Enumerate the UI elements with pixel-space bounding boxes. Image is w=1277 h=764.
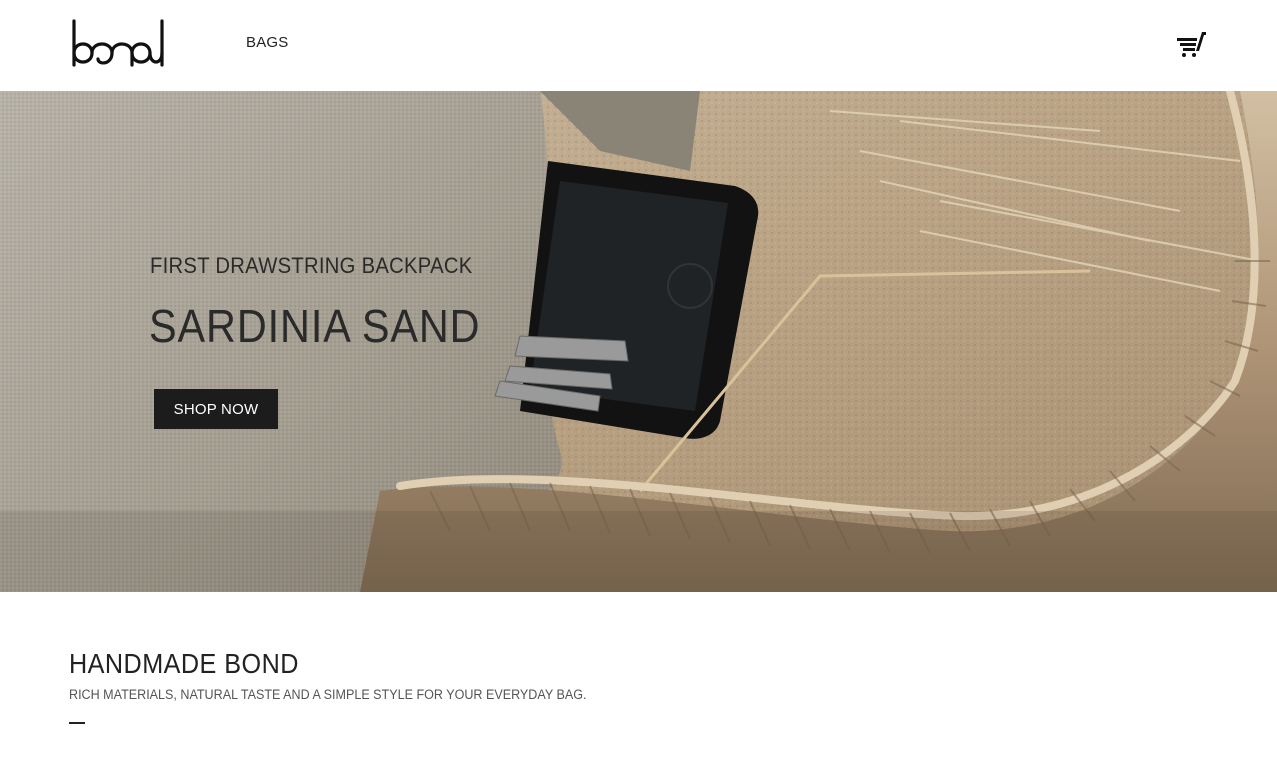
bond-logo[interactable] [70,19,166,71]
hero-banner: FIRST DRAWSTRING BACKPACK SARDINIA SAND … [0,91,1277,592]
hero-subtitle: FIRST DRAWSTRING BACKPACK [150,253,473,278]
section-title: HANDMADE BOND [69,648,299,679]
shopping-cart-icon[interactable] [1175,31,1207,57]
nav-bags-link[interactable]: BAGS [246,34,288,51]
section-description: RICH MATERIALS, NATURAL TASTE AND A SIMP… [69,687,587,702]
section-divider [69,722,85,724]
site-header: BAGS [0,0,1277,91]
hero-title: SARDINIA SAND [149,300,481,352]
shop-now-button[interactable]: SHOP NOW [154,389,278,429]
